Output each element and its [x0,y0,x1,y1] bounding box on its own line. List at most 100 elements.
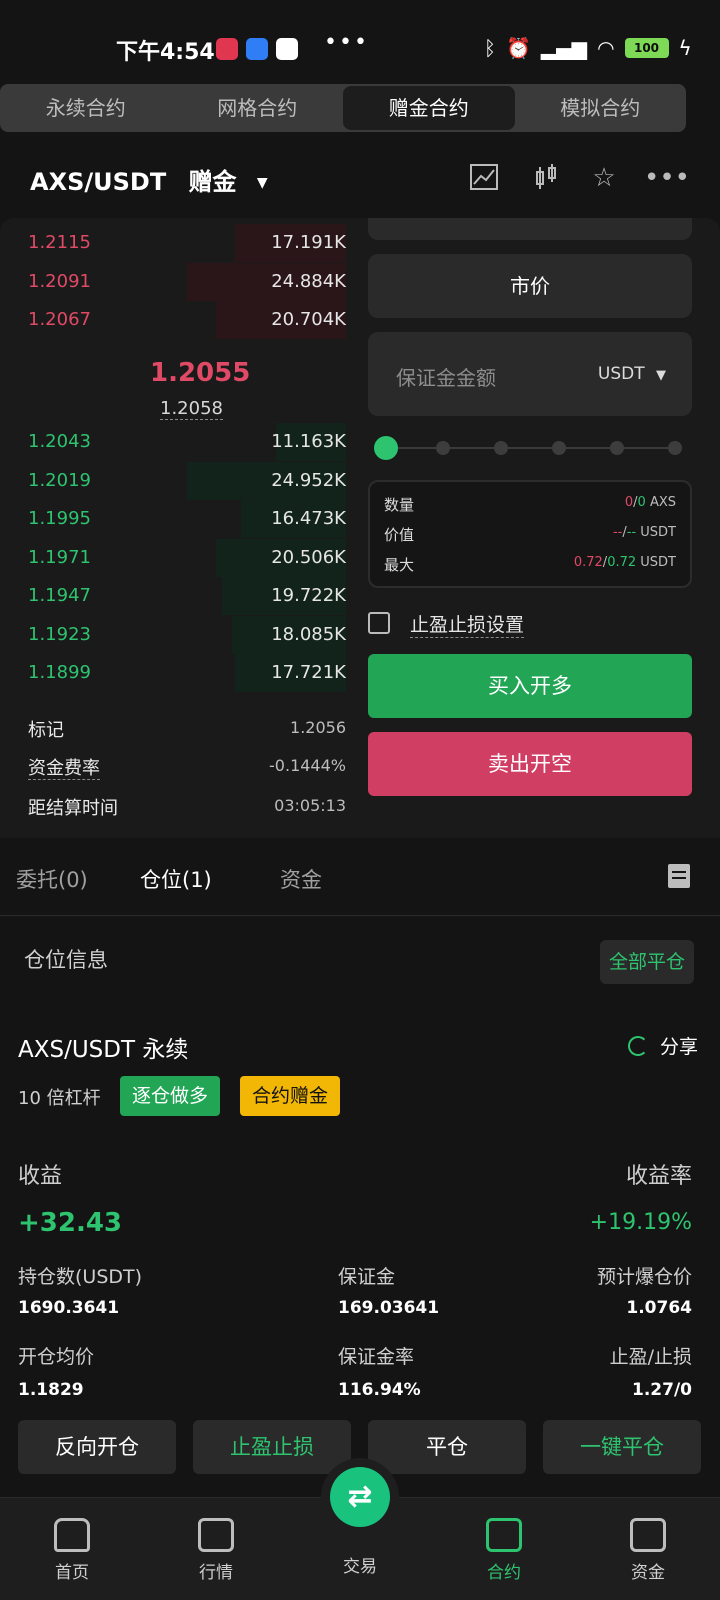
tab-orders[interactable]: 委托(0) [16,864,88,894]
one-click-close-button[interactable]: 一键平仓 [543,1420,701,1474]
leverage-label: 10 倍杠杆 [18,1088,101,1109]
reverse-position-button[interactable]: 反向开仓 [18,1420,176,1474]
settlement-row: 距结算时间 03:05:13 [28,794,346,820]
amount-slider-track[interactable] [386,447,676,449]
order-qty: 17.191K [271,232,346,253]
bid-row[interactable]: 1.1971 20.506K [28,538,346,577]
bid-row[interactable]: 1.1923 18.085K [28,615,346,654]
bid-row[interactable]: 1.2019 24.952K [28,461,346,500]
slider-step[interactable] [668,441,682,455]
nav-contract[interactable]: 合约 [464,1518,544,1583]
funding-rate-row[interactable]: 资金费率 -0.1444% [28,754,346,780]
margin-ratio-label: 保证金率 [338,1346,415,1368]
ask-row[interactable]: 1.2115 17.191K [28,224,346,262]
unit-selector[interactable]: USDT ▼ [598,364,666,384]
sell-short-button[interactable]: 卖出开空 [368,732,692,796]
order-qty: 19.722K [271,585,346,606]
slider-knob[interactable] [374,436,398,460]
orders-tabs: 委托(0) 仓位(1) 资金 [0,850,720,916]
bid-row[interactable]: 1.1899 17.721K [28,654,346,692]
close-all-button[interactable]: 全部平仓 [600,940,694,984]
favorite-star-icon[interactable]: ☆ [588,162,620,194]
nav-wallet[interactable]: 资金 [608,1518,688,1583]
battery-icon: 100 [624,38,669,58]
nav-wallet-label: 资金 [631,1563,665,1583]
max-value: 0.72/0.72 USDT [573,555,676,570]
pnl-label: 收益 [18,1164,63,1189]
tab-grid[interactable]: 网格合约 [172,84,344,132]
bid-row[interactable]: 1.2043 11.163K [28,423,346,461]
mark-price[interactable]: 1.2058 [160,398,223,420]
pair-selector[interactable]: AXS/USDT 赠金 ▼ [30,162,268,197]
nav-contract-label: 合约 [487,1563,521,1583]
order-price: 1.1899 [28,662,91,683]
liq-value: 1.0764 [626,1298,692,1318]
qty-row: 数量 0/0 AXS [384,494,676,515]
message-app-icon [276,38,298,60]
mark-value: 1.2056 [290,718,346,737]
order-summary-box: 数量 0/0 AXS 价值 --/-- USDT 最大 0.72/0.72 US… [368,480,692,588]
nav-home[interactable]: 首页 [32,1518,112,1583]
entry-label: 开仓均价 [18,1346,95,1368]
taobao-app-icon [216,38,238,60]
home-icon [54,1518,90,1552]
qty-value: 0/0 AXS [624,495,676,510]
slider-step[interactable] [552,441,566,455]
settlement-value: 03:05:13 [274,796,346,815]
buy-long-button[interactable]: 买入开多 [368,654,692,718]
value-label: 价值 [384,526,415,544]
order-qty: 18.085K [271,623,346,645]
tab-simulated[interactable]: 模拟合约 [515,84,687,132]
slider-step[interactable] [610,441,624,455]
qty-label: 数量 [384,496,415,514]
funding-rate-label: 资金费率 [28,758,100,780]
order-type-market[interactable]: 市价 [368,254,692,318]
bid-row[interactable]: 1.1995 16.473K [28,500,346,538]
nav-market[interactable]: 行情 [176,1518,256,1583]
tab-perpetual[interactable]: 永续合约 [0,84,172,132]
order-qty: 17.721K [271,662,346,683]
tpsl-settings-label[interactable]: 止盈止损设置 [410,610,525,638]
caret-down-icon: ▼ [656,368,666,383]
nav-trade-label: 交易 [343,1557,377,1577]
slider-step[interactable] [494,441,508,455]
nav-market-label: 行情 [199,1563,233,1583]
share-icon[interactable] [628,1036,648,1056]
order-price: 1.2019 [28,469,91,491]
swap-icon[interactable]: ⇄ [330,1467,390,1527]
leverage-selector-partial[interactable] [368,218,692,240]
tpsl-button[interactable]: 止盈止损 [193,1420,351,1474]
candlestick-icon[interactable] [530,162,562,194]
order-price: 1.2067 [28,309,91,330]
tpsl-checkbox[interactable] [368,612,390,634]
margin-mode-tag: 逐仓做多 [120,1076,221,1116]
status-time: 下午4:54 [116,40,215,65]
pair-name: AXS/USDT [30,168,167,196]
alarm-icon: ⏰ [506,36,531,60]
order-qty: 24.884K [271,270,346,292]
margin-input[interactable]: 保证金金额 USDT ▼ [368,332,692,416]
ask-row[interactable]: 1.2091 24.884K [28,262,346,301]
document-list-icon[interactable] [668,864,690,888]
order-qty: 20.506K [271,546,346,568]
more-notifications-icon: ••• [324,30,369,55]
size-label: 持仓数(USDT) [18,1266,143,1288]
caret-down-icon: ▼ [256,175,268,191]
nav-trade[interactable]: 交易 [320,1546,400,1577]
slider-step[interactable] [436,441,450,455]
tab-bonus[interactable]: 赠金合约 [343,86,515,130]
tab-assets[interactable]: 资金 [280,864,322,894]
market-icon [198,1518,234,1552]
share-button[interactable]: 分享 [660,1032,698,1059]
tab-positions[interactable]: 仓位(1) [140,864,212,894]
max-row: 最大 0.72/0.72 USDT [384,554,676,575]
close-position-button[interactable]: 平仓 [368,1420,526,1474]
ask-row[interactable]: 1.2067 20.704K [28,301,346,339]
calendar-app-icon [246,38,268,60]
mark-row: 标记 1.2056 [28,716,346,742]
bid-row[interactable]: 1.1947 19.722K [28,577,346,615]
chart-icon[interactable] [468,162,500,194]
charging-icon: ϟ [678,36,692,60]
more-menu-icon[interactable]: ••• [644,162,690,194]
wifi-icon: ◠ [597,36,615,60]
